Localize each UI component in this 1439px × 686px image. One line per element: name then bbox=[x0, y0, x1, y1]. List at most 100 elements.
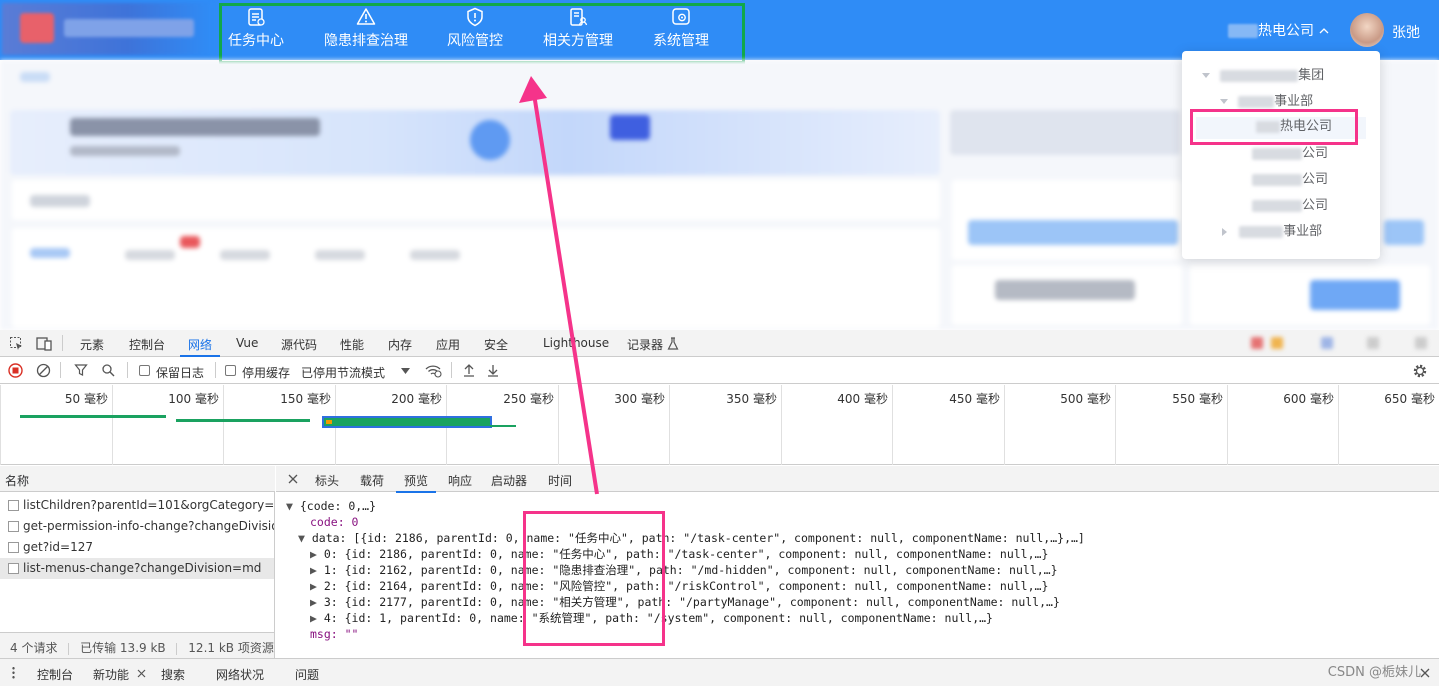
json-text: 1: {id: 2162, parentId: 0, name: "隐患排查治理… bbox=[323, 563, 1058, 577]
org-selector[interactable]: 热电公司 bbox=[1228, 20, 1330, 40]
upload-icon[interactable] bbox=[462, 363, 476, 378]
disable-cache-checkbox[interactable] bbox=[225, 365, 236, 376]
drawer-tab-whats-new[interactable]: 新功能 bbox=[93, 666, 129, 686]
tab-initiator[interactable]: 启动器 bbox=[491, 472, 527, 489]
highlight-box-nav bbox=[219, 3, 745, 64]
device-toggle-icon[interactable] bbox=[36, 336, 52, 351]
request-bar bbox=[326, 420, 332, 424]
request-count: 4 个请求 bbox=[10, 641, 58, 655]
redacted-text bbox=[1252, 147, 1302, 160]
tree-node-division[interactable]: 事业部 bbox=[1222, 222, 1322, 242]
tree-node-label: 公司 bbox=[1302, 172, 1329, 187]
detail-tabbar: 标头 载荷 预览 响应 启动器 时间 bbox=[276, 466, 1439, 493]
request-row[interactable]: get?id=127 bbox=[0, 537, 274, 558]
timeline-tick: 50 毫秒 bbox=[0, 385, 112, 465]
timeline-tick: 450 毫秒 bbox=[892, 385, 1004, 465]
user-name[interactable]: 张弛 bbox=[1392, 22, 1420, 42]
drawer-tab-search[interactable]: 搜索 bbox=[161, 666, 185, 683]
tab-recorder[interactable]: 记录器 bbox=[627, 336, 663, 353]
more-menu-icon[interactable] bbox=[12, 666, 15, 679]
close-icon[interactable] bbox=[288, 474, 298, 484]
network-conditions-icon[interactable] bbox=[424, 363, 442, 378]
tab-headers[interactable]: 标头 bbox=[315, 472, 339, 489]
json-text: data: [{id: 2186, parentId: 0, name: "任务… bbox=[311, 531, 1085, 545]
tab-network[interactable]: 网络 bbox=[179, 336, 221, 357]
redacted-text bbox=[1220, 69, 1299, 82]
json-data-line[interactable]: ▼ data: [{id: 2186, parentId: 0, name: "… bbox=[298, 530, 1085, 546]
timeline-tick-label: 250 毫秒 bbox=[503, 392, 554, 406]
search-icon[interactable] bbox=[101, 363, 115, 377]
timeline-tick-label: 400 毫秒 bbox=[837, 392, 888, 406]
filter-icon[interactable] bbox=[74, 363, 88, 377]
inspect-icon[interactable] bbox=[9, 336, 24, 351]
org-selector-label: 热电公司 bbox=[1258, 23, 1314, 39]
app-logo bbox=[2, 3, 212, 55]
request-bar bbox=[322, 416, 492, 428]
redacted-text bbox=[1228, 24, 1258, 38]
tree-node-label: 事业部 bbox=[1283, 224, 1323, 239]
tab-elements[interactable]: 元素 bbox=[80, 336, 104, 353]
name-column-header[interactable]: 名称 bbox=[0, 466, 275, 492]
tree-node-company[interactable]: 公司 bbox=[1252, 170, 1328, 190]
download-icon[interactable] bbox=[486, 363, 500, 378]
tab-console[interactable]: 控制台 bbox=[129, 336, 165, 353]
tree-node-label: 集团 bbox=[1298, 68, 1325, 83]
json-item-line[interactable]: ▶ 3: {id: 2177, parentId: 0, name: "相关方管… bbox=[310, 594, 1060, 610]
tab-response[interactable]: 响应 bbox=[448, 472, 472, 489]
json-root-line[interactable]: ▼ {code: 0,…} bbox=[286, 498, 376, 514]
request-row[interactable]: listChildren?parentId=101&orgCategory=O.… bbox=[0, 495, 274, 516]
timeline-tick-label: 200 毫秒 bbox=[391, 392, 442, 406]
throttle-select[interactable]: 已停用节流模式 bbox=[301, 364, 385, 381]
drawer-tab-network-conditions[interactable]: 网络状况 bbox=[216, 666, 264, 683]
close-drawer-icon[interactable] bbox=[1420, 668, 1430, 678]
tree-node-company[interactable]: 公司 bbox=[1252, 144, 1328, 164]
drawer-tab-issues[interactable]: 问题 bbox=[295, 666, 319, 683]
timeline-tick: 300 毫秒 bbox=[558, 385, 669, 465]
preserve-log-checkbox[interactable] bbox=[139, 365, 150, 376]
tab-application[interactable]: 应用 bbox=[436, 336, 460, 353]
timeline-tick: 350 毫秒 bbox=[669, 385, 781, 465]
close-tab-icon[interactable] bbox=[137, 669, 146, 678]
timeline-tick-label: 50 毫秒 bbox=[64, 392, 108, 406]
record-stop-icon[interactable] bbox=[8, 363, 23, 378]
json-code-line: code: 0 bbox=[310, 515, 359, 529]
tab-sources[interactable]: 源代码 bbox=[281, 336, 317, 353]
devtools-drawer-tabbar: 控制台 新功能 搜索 网络状况 问题 bbox=[0, 658, 1439, 686]
timeline-tick: 550 毫秒 bbox=[1115, 385, 1227, 465]
dropdown-arrow-icon[interactable] bbox=[401, 368, 410, 374]
tab-lighthouse[interactable]: Lighthouse bbox=[543, 336, 609, 350]
tree-node-company[interactable]: 公司 bbox=[1252, 196, 1328, 216]
watermark: CSDN @栀妹儿 bbox=[1327, 665, 1421, 680]
tab-security[interactable]: 安全 bbox=[484, 336, 508, 353]
redacted-text bbox=[1252, 173, 1302, 186]
request-list: 名称 listChildren?parentId=101&orgCategory… bbox=[0, 466, 275, 658]
timeline-tick-label: 150 毫秒 bbox=[280, 392, 331, 406]
network-toolbar: 保留日志 停用缓存 已停用节流模式 bbox=[0, 357, 1439, 384]
drawer-tab-console[interactable]: 控制台 bbox=[37, 666, 73, 683]
redacted-text bbox=[1239, 225, 1284, 238]
tab-payload[interactable]: 载荷 bbox=[360, 472, 384, 489]
timeline-tick: 650 毫秒 bbox=[1338, 385, 1439, 465]
tab-memory[interactable]: 内存 bbox=[388, 336, 412, 353]
timeline-tick-label: 500 毫秒 bbox=[1060, 392, 1111, 406]
avatar[interactable] bbox=[1350, 13, 1384, 47]
request-row-selected[interactable]: list-menus-change?changeDivision=md bbox=[0, 558, 274, 579]
tree-node-group[interactable]: 集团 bbox=[1202, 66, 1324, 86]
network-status-bar: 4 个请求 已传输 13.9 kB 12.1 kB 项资源 bbox=[0, 632, 274, 658]
tab-performance[interactable]: 性能 bbox=[340, 336, 364, 353]
json-item-line[interactable]: ▶ 1: {id: 2162, parentId: 0, name: "隐患排查… bbox=[310, 562, 1058, 578]
json-item-line[interactable]: ▶ 2: {id: 2164, parentId: 0, name: "风险管控… bbox=[310, 578, 1048, 594]
tab-timing[interactable]: 时间 bbox=[548, 472, 572, 489]
transferred-size: 已传输 13.9 kB bbox=[80, 641, 166, 655]
json-text: 0: {id: 2186, parentId: 0, name: "任务中心",… bbox=[323, 547, 1049, 561]
timeline-tick-label: 350 毫秒 bbox=[726, 392, 777, 406]
tab-vue[interactable]: Vue bbox=[236, 336, 258, 350]
chevron-up-icon bbox=[1319, 28, 1329, 34]
blurred-status-icons bbox=[1245, 336, 1435, 350]
settings-gear-icon[interactable] bbox=[1412, 363, 1428, 379]
json-item-line[interactable]: ▶ 0: {id: 2186, parentId: 0, name: "任务中心… bbox=[310, 546, 1048, 562]
request-row[interactable]: get-permission-info-change?changeDivisio… bbox=[0, 516, 274, 537]
tab-preview[interactable]: 预览 bbox=[395, 472, 437, 493]
clear-icon[interactable] bbox=[36, 363, 51, 378]
network-timeline-overview[interactable]: 50 毫秒 100 毫秒 150 毫秒 200 毫秒 250 毫秒 300 毫秒… bbox=[0, 385, 1439, 465]
